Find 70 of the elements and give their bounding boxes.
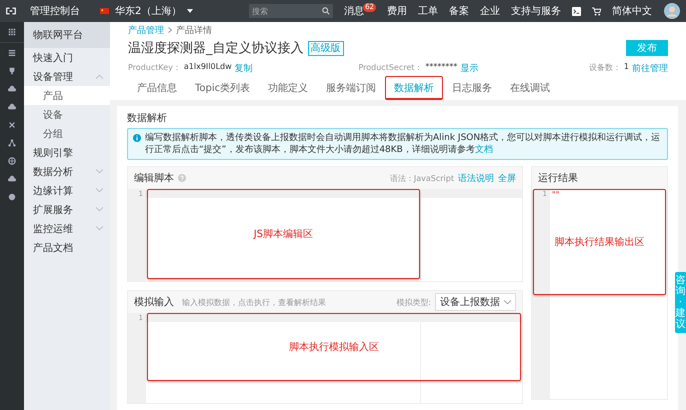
tab[interactable]: 功能定义 — [259, 76, 318, 100]
syntax-label: 语法：JavaScript — [390, 172, 454, 184]
nav-link[interactable]: 消息 — [344, 4, 364, 18]
section-title: 数据解析 — [127, 112, 168, 125]
sidebar-item[interactable]: 规则引擎 — [24, 143, 110, 162]
notice-text: 编写数据解析脚本，透传类设备上报数据时会自动调用脚本将数据解析为Alink JSON格式，您可以对脚本进行模拟和运行调试，运行正常后点击“提交”，发布该脚本，脚本文件大小请勿超过48KB，详细说明请参考文档 — [145, 132, 662, 156]
tab[interactable]: Topic类列表 — [186, 76, 260, 100]
meta-value: 1 — [624, 62, 629, 72]
meta-label: ProductKey： — [128, 62, 181, 74]
meta-label: 设备数： — [588, 62, 621, 74]
cart-icon[interactable] — [592, 6, 601, 16]
terminal-icon[interactable] — [572, 6, 581, 16]
region-selector[interactable]: 华东2（上海） — [115, 4, 182, 18]
chevron-right-icon — [168, 27, 172, 33]
product-title: 温湿度探测器_自定义协议接入 — [128, 40, 304, 57]
console-link[interactable]: 管理控制台 — [30, 4, 80, 18]
output-text: "" — [551, 190, 560, 199]
nav-link[interactable]: 企业 — [480, 4, 500, 18]
avatar-icon[interactable] — [664, 3, 680, 19]
panel-title: 编辑脚本 — [134, 172, 174, 185]
search-field[interactable]: 搜索 — [249, 4, 334, 18]
sidebar-item[interactable]: 数据分析 — [24, 162, 110, 181]
sidebar-item[interactable]: 设备管理 — [24, 67, 110, 86]
list-icon[interactable] — [8, 49, 16, 57]
annotation-text: 脚本执行结果输出区 — [554, 236, 644, 249]
nav-link[interactable]: 备案 — [449, 4, 469, 18]
globe-icon[interactable] — [8, 157, 16, 165]
breadcrumb-item: 产品详情 — [176, 24, 212, 36]
sidebar-item[interactable]: 监控运维 — [24, 219, 110, 238]
sidebar-item[interactable]: 快速入门 — [24, 48, 110, 67]
nav-link[interactable]: 支持与服务 — [511, 4, 561, 18]
search-icon[interactable] — [322, 7, 330, 15]
cross-icon[interactable] — [8, 121, 16, 129]
meta-value: a1lx9Il0Ldw — [184, 62, 232, 72]
search-input[interactable]: 搜索 — [252, 6, 322, 16]
flag-icon — [100, 8, 109, 14]
panel-title: 模拟输入 — [134, 296, 174, 309]
tab[interactable]: 在线调试 — [501, 76, 560, 100]
sidebar-item[interactable]: 产品文档 — [24, 238, 110, 257]
language-selector[interactable]: 简体中文 — [612, 4, 652, 18]
trophy-icon[interactable] — [8, 67, 16, 75]
sidebar-subitem[interactable]: 设备 — [24, 105, 110, 124]
panel-hint: 输入模拟数据，点击执行，查看解析结果 — [182, 296, 326, 308]
chevron-icon — [504, 300, 511, 304]
sidebar-subitem[interactable]: 分组 — [24, 124, 110, 143]
type-label: 模拟类型: — [396, 296, 431, 308]
sidebar-title: 物联网平台 — [24, 22, 110, 48]
cloud-icon[interactable] — [8, 85, 16, 93]
network-icon[interactable] — [8, 139, 16, 147]
info-icon — [133, 134, 141, 142]
meta-label: ProductSecret： — [358, 62, 422, 74]
tab[interactable]: 产品信息 — [128, 76, 186, 100]
nav-link[interactable]: 费用 — [387, 4, 407, 18]
tab[interactable]: 服务端订阅 — [317, 76, 386, 100]
type-select[interactable]: 设备上报数据 — [435, 293, 516, 311]
cloud-icon[interactable] — [8, 175, 16, 183]
sidebar-subitem[interactable]: 产品 — [24, 86, 110, 105]
nav-link[interactable]: 工单 — [418, 4, 438, 18]
meta-value: ******** — [425, 62, 458, 72]
circle-icon[interactable] — [8, 193, 16, 201]
cloud-icon[interactable] — [8, 103, 16, 111]
panel-title: 运行结果 — [538, 172, 578, 185]
sidebar-item[interactable]: 扩展服务 — [24, 200, 110, 219]
sidebar-item[interactable]: 边缘计算 — [24, 181, 110, 200]
caret-icon — [187, 9, 194, 13]
annotation-text: JS脚本编辑区 — [254, 228, 313, 241]
edition-tag: 高级版 — [308, 40, 344, 56]
grid-icon[interactable] — [8, 28, 16, 36]
tab[interactable]: 日志服务 — [443, 76, 502, 100]
annotation-text: 脚本执行模拟输入区 — [289, 340, 379, 354]
